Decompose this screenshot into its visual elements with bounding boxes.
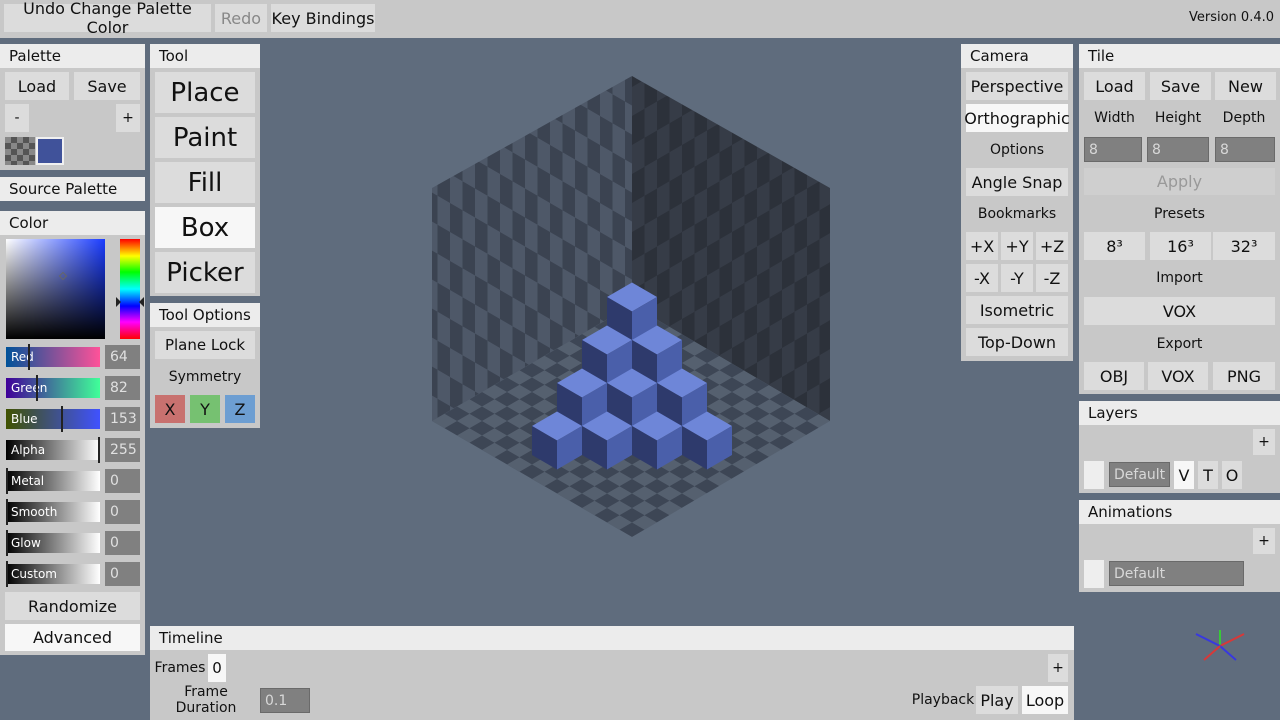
bookmark-minus-z-button[interactable]: -Z xyxy=(1036,264,1068,292)
loop-button[interactable]: Loop xyxy=(1022,686,1068,714)
top-down-button[interactable]: Top-Down xyxy=(966,328,1068,356)
export-vox-button[interactable]: VOX xyxy=(1148,362,1208,390)
animation-select-toggle[interactable] xyxy=(1084,560,1104,588)
layers-title: Layers xyxy=(1079,401,1280,425)
import-label: Import xyxy=(1156,270,1203,286)
frames-label: Frames xyxy=(154,660,206,676)
play-button[interactable]: Play xyxy=(976,686,1018,714)
axis-gizmo-icon xyxy=(1195,630,1245,661)
camera-options-label: Options xyxy=(989,142,1045,158)
frame-duration-input[interactable]: 0.1 xyxy=(260,688,310,713)
frame-0-button[interactable]: 0 xyxy=(208,654,226,682)
depth-input[interactable]: 8 xyxy=(1215,137,1275,162)
add-layer-button[interactable]: + xyxy=(1253,429,1275,455)
layer-name-field[interactable]: Default xyxy=(1109,462,1170,487)
bookmark-plus-z-button[interactable]: +Z xyxy=(1036,232,1068,260)
animation-name-field[interactable]: Default xyxy=(1109,561,1244,586)
tile-new-button[interactable]: New xyxy=(1215,72,1276,100)
perspective-button[interactable]: Perspective xyxy=(966,72,1068,100)
tile-title: Tile xyxy=(1079,44,1280,68)
add-animation-button[interactable]: + xyxy=(1253,528,1275,554)
tile-load-button[interactable]: Load xyxy=(1084,72,1145,100)
depth-label: Depth xyxy=(1222,110,1266,126)
bookmark-plus-y-button[interactable]: +Y xyxy=(1001,232,1033,260)
height-input[interactable]: 8 xyxy=(1147,137,1209,162)
bookmark-minus-y-button[interactable]: -Y xyxy=(1001,264,1033,292)
animations-title: Animations xyxy=(1079,500,1280,524)
preset-32-button[interactable]: 32³ xyxy=(1213,232,1275,260)
camera-panel: Camera Perspective Orthographic Options … xyxy=(961,44,1073,361)
preset-8-button[interactable]: 8³ xyxy=(1084,232,1145,260)
import-vox-button[interactable]: VOX xyxy=(1084,297,1275,325)
apply-button[interactable]: Apply xyxy=(1084,168,1275,195)
tile-panel: Tile Load Save New Width Height Depth 8 … xyxy=(1079,44,1280,394)
layer-visibility-toggle[interactable] xyxy=(1084,461,1104,489)
export-png-button[interactable]: PNG xyxy=(1213,362,1275,390)
layer-t-toggle[interactable]: T xyxy=(1198,461,1218,489)
bookmarks-label: Bookmarks xyxy=(977,206,1057,222)
bookmark-plus-x-button[interactable]: +X xyxy=(966,232,998,260)
layer-v-toggle[interactable]: V xyxy=(1174,461,1194,489)
export-obj-button[interactable]: OBJ xyxy=(1084,362,1144,390)
frame-duration-label: Frame Duration xyxy=(175,684,237,716)
export-label: Export xyxy=(1156,336,1203,352)
camera-title: Camera xyxy=(961,44,1073,68)
height-label: Height xyxy=(1154,110,1202,126)
bookmark-minus-x-button[interactable]: -X xyxy=(966,264,998,292)
orthographic-button[interactable]: Orthographic xyxy=(964,104,1070,132)
width-input[interactable]: 8 xyxy=(1084,137,1142,162)
layers-panel: Layers + Default V T O xyxy=(1079,401,1280,493)
layer-o-toggle[interactable]: O xyxy=(1222,461,1242,489)
timeline-title: Timeline xyxy=(150,626,1074,650)
add-frame-button[interactable]: + xyxy=(1048,654,1068,682)
timeline-panel: Timeline Frames 0 + Frame Duration 0.1 P… xyxy=(150,626,1074,720)
angle-snap-button[interactable]: Angle Snap xyxy=(966,168,1068,196)
presets-label: Presets xyxy=(1154,206,1205,222)
preset-16-button[interactable]: 16³ xyxy=(1150,232,1211,260)
tile-save-button[interactable]: Save xyxy=(1150,72,1211,100)
animations-panel: Animations + Default xyxy=(1079,500,1280,592)
playback-label: Playback xyxy=(911,692,975,708)
width-label: Width xyxy=(1094,110,1135,126)
isometric-button[interactable]: Isometric xyxy=(966,296,1068,324)
